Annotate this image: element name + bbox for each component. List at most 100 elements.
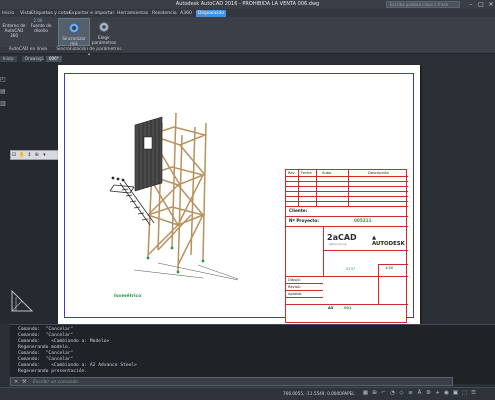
tb-grid-line <box>286 290 323 291</box>
close-icon[interactable]: ✕ <box>14 379 18 386</box>
workspace-gear-icon[interactable]: ⚙ <box>425 390 432 397</box>
minimize-button[interactable]: – <box>466 0 476 9</box>
command-line: Comando: <Cambiando a: Modelo> <box>18 339 110 344</box>
pan-icon[interactable]: ✋ <box>19 152 25 158</box>
settings-gear-icon <box>99 22 109 32</box>
tb-grid-line <box>286 276 408 277</box>
tb-grid-line <box>286 304 408 305</box>
polar-icon[interactable]: ◔ <box>389 390 396 397</box>
design-feed-label2: diseño <box>34 28 48 33</box>
tb-header-descripcion: Descripción <box>368 171 390 175</box>
design-feed-button[interactable]: Fuente de diseño <box>28 23 54 33</box>
sync-settings-label: Sincronizar mis <box>62 36 86 46</box>
showmotion-icon[interactable]: ▾ <box>41 152 47 158</box>
tab-vista[interactable]: Vista <box>20 10 31 17</box>
2acad-logo-sub: global group <box>329 242 347 246</box>
tb-grid-line <box>286 196 408 197</box>
tb-checked-label: Revisó: <box>288 285 301 289</box>
tb-grid-line <box>286 181 408 182</box>
plus-icon[interactable]: + <box>434 390 441 397</box>
autocad-360-label2: 360 <box>10 33 18 38</box>
command-line: Regenerando modelo. <box>18 345 71 350</box>
lineweight-icon[interactable]: ≡ <box>407 390 414 397</box>
tab-residencia[interactable]: Residencia <box>152 10 177 17</box>
drawing-area-left: ◰ ▤ ▥ <box>0 62 58 324</box>
command-line: Comando: "Cancelar" <box>18 327 74 332</box>
tab-a360[interactable]: A360 <box>180 10 192 17</box>
tab-disposicion[interactable]: Disposición <box>196 10 227 17</box>
command-line: Comando: <Cambiando a: A2 Advance Steel> <box>18 363 137 368</box>
ortho-icon[interactable]: ⌐ <box>380 390 387 397</box>
nav-icon[interactable]: ▤ <box>0 88 8 95</box>
tb-grid-line <box>323 226 324 276</box>
2acad-logo: 2aCAD <box>327 233 357 242</box>
ground-supports <box>146 246 205 274</box>
close-button[interactable]: ✕ <box>486 0 495 9</box>
viewcube-icon[interactable]: ◰ <box>0 76 8 83</box>
zoom-icon[interactable]: ↕ <box>26 152 32 158</box>
isolate-icon[interactable]: ◉ <box>443 390 450 397</box>
navigation-bar: ⊡ ✋ ↕ ⊕ ▾ <box>10 150 60 160</box>
grid-icon[interactable]: ▦ <box>362 390 369 397</box>
wrench-icon[interactable]: ⚒ <box>22 379 26 386</box>
cladding-panel <box>134 116 163 192</box>
tb-grid-line <box>286 226 408 227</box>
command-line: Comando: "Cancelar" <box>18 357 74 362</box>
sync-gear-icon <box>68 22 80 34</box>
tb-drawn-label: Dibujó: <box>288 278 301 282</box>
status-bar: 766.0055, -11.5549, 0.0000 PAPEL ▦ ⊞ ⌐ ◔… <box>0 387 495 400</box>
space-toggle[interactable]: PAPEL <box>342 391 355 396</box>
file-tabs: Inicio Drawing1 006* <box>0 55 495 62</box>
command-line: Comando: "Cancelar" <box>18 351 74 356</box>
zoom-extents-icon[interactable]: ⊡ <box>11 152 17 158</box>
tb-grid-line <box>378 264 408 265</box>
tab-exportar[interactable]: Exportar e importar <box>69 10 114 17</box>
hardware-icon[interactable]: ▣ <box>452 390 459 397</box>
ucs-triangle-icon <box>11 289 34 312</box>
tab-etiquetas[interactable]: Etiquetas y cotas <box>31 10 71 17</box>
tb-grid-line <box>378 264 379 304</box>
panel-label-online[interactable]: AutoCAD en línea <box>0 47 56 53</box>
tb-grid-line <box>286 297 323 298</box>
tb-grid-line <box>348 170 349 206</box>
tb-header-autor: Autor <box>322 171 332 175</box>
tb-header-rev: Rev <box>288 171 295 175</box>
command-placeholder: Escribir un comando <box>33 380 78 385</box>
title-block: Rev Fecha Autor Descripción Cliente: Nº … <box>285 169 408 323</box>
maximize-button[interactable]: □ <box>476 0 486 9</box>
tab-herramientas[interactable]: Herramientas <box>117 10 148 17</box>
clean-screen-icon[interactable]: ⬚ <box>461 390 468 397</box>
coordinates-readout: 766.0055, -11.5549, 0.0000 <box>283 391 342 396</box>
tb-grid-line <box>298 170 299 206</box>
osnap-icon[interactable]: ◇ <box>398 390 405 397</box>
autocad-360-button[interactable]: Entorno de AutoCAD 360 <box>0 23 28 38</box>
tb-grid-line <box>286 191 408 192</box>
tb-grid-line <box>286 186 408 187</box>
orbit-icon[interactable]: ⊕ <box>34 152 40 158</box>
autodesk-logo: ▲ AUTODESK <box>372 235 405 247</box>
ribbon-panel: Entorno de AutoCAD 360 Fuente de diseño … <box>0 17 495 58</box>
tb-sheet-number: 001 <box>344 306 352 310</box>
layers-icon[interactable]: ▥ <box>0 100 8 107</box>
tb-grid-line <box>286 206 408 207</box>
autocad-360-label: Entorno de AutoCAD <box>2 23 26 33</box>
tb-grid-line <box>286 283 323 284</box>
sync-settings-button[interactable]: Sincronizar mis parámetros <box>58 18 90 51</box>
tb-sheet-value: 0137 <box>346 267 356 271</box>
tb-cliente-label: Cliente: <box>289 208 308 213</box>
choose-settings-label2: parámetros <box>91 40 117 45</box>
panel-label-sync[interactable]: Sincronización de parámetros ▾ <box>56 47 122 58</box>
command-line: Comando: "Cancelar" <box>18 333 74 338</box>
tb-grid-line <box>323 250 408 251</box>
search-input[interactable]: Escriba palabra clave o frase <box>386 1 460 8</box>
base-dimensions <box>133 262 239 281</box>
annotation-icon[interactable]: Å <box>416 390 423 397</box>
tab-inicio[interactable]: Inicio <box>2 10 14 17</box>
snap-icon[interactable]: ⊞ <box>371 390 378 397</box>
command-input[interactable]: ✕ ⚒ Escribir un comando <box>10 377 453 386</box>
tb-scale-value: 1:50 <box>385 266 394 270</box>
choose-settings-button[interactable]: Elegir parámetros <box>91 18 117 46</box>
tb-proyecto-value: 005211 <box>354 218 372 223</box>
customize-icon[interactable]: ☰ <box>470 390 477 397</box>
isometric-caption: Isométrico <box>114 292 141 299</box>
